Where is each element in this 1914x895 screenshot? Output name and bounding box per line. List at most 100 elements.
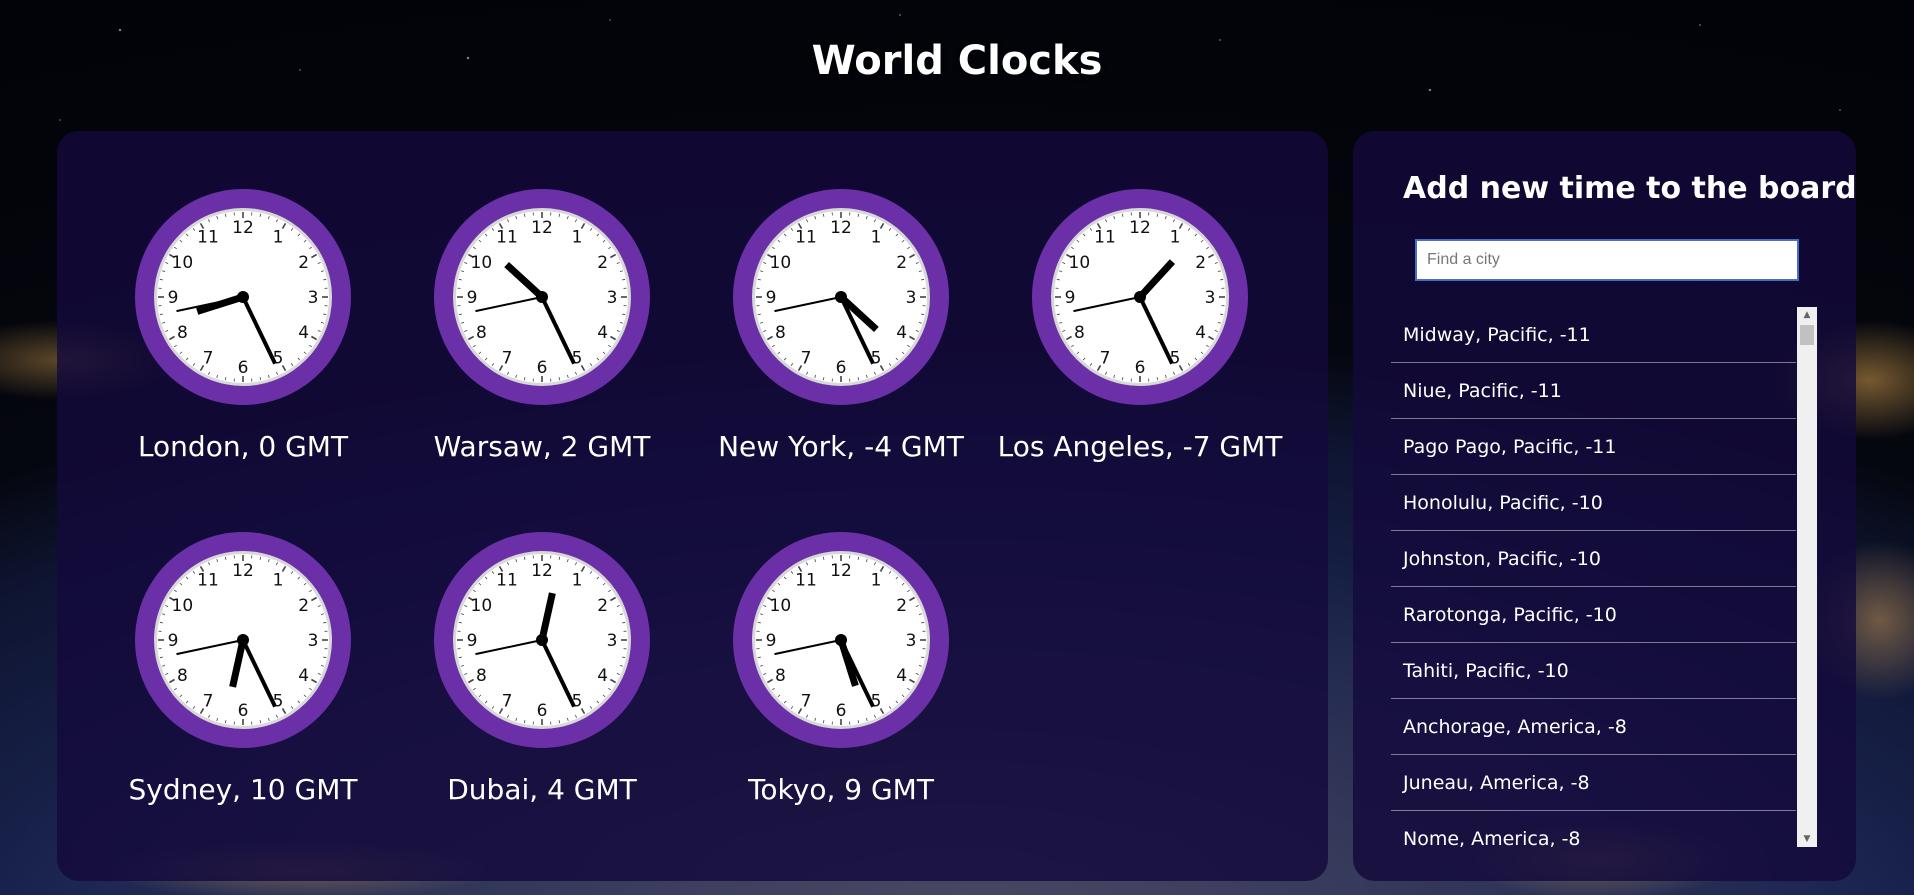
- clock-numeral: 4: [597, 323, 608, 343]
- clock-numeral: 1: [273, 227, 284, 247]
- clock-card[interactable]: 12 1 2 3 4 5 6 7 8 9 10 11 London, 0 GMT: [93, 188, 393, 463]
- scrollbar-thumb[interactable]: [1800, 325, 1814, 345]
- clock-numeral: 3: [607, 631, 618, 651]
- clock-numeral: 12: [232, 218, 254, 238]
- clock-numeral: 4: [1195, 323, 1206, 343]
- add-time-panel: Add new time to the board Midway, Pacifi…: [1353, 131, 1857, 881]
- clock-numeral: 4: [298, 323, 309, 343]
- clock-numeral: 8: [1074, 323, 1085, 343]
- clock-numeral: 3: [607, 288, 618, 308]
- clock-numeral: 11: [795, 570, 817, 590]
- city-list-item[interactable]: Tahiti, Pacific, -10: [1391, 643, 1796, 699]
- city-search-input[interactable]: [1415, 239, 1799, 281]
- clock-card[interactable]: 12 1 2 3 4 5 6 7 8 9 10 11 Sydney, 10 GMT: [93, 531, 393, 806]
- triangle-down-icon[interactable]: ▼: [1797, 831, 1817, 847]
- clock-numeral: 3: [906, 288, 917, 308]
- clock-numeral: 11: [197, 227, 219, 247]
- clock-numeral: 7: [502, 692, 513, 712]
- clock-center-pin: [1134, 291, 1146, 303]
- clock-center-pin: [237, 291, 249, 303]
- clock-numeral: 4: [597, 666, 608, 686]
- city-list-item[interactable]: Johnston, Pacific, -10: [1391, 531, 1796, 587]
- city-list-item[interactable]: Niue, Pacific, -11: [1391, 363, 1796, 419]
- clock-label: New York, -4 GMT: [718, 430, 964, 463]
- clock-numeral: 11: [496, 570, 518, 590]
- clock-numeral: 3: [906, 631, 917, 651]
- clock-numeral: 10: [172, 596, 194, 616]
- city-list-item[interactable]: Juneau, America, -8: [1391, 755, 1796, 811]
- clock-numeral: 2: [597, 596, 608, 616]
- clock-numeral: 1: [871, 570, 882, 590]
- clock-numeral: 9: [766, 631, 777, 651]
- analog-clock: 12 1234567891011: [733, 532, 949, 748]
- clock-label: Warsaw, 2 GMT: [433, 430, 651, 463]
- triangle-up-icon[interactable]: ▲: [1797, 307, 1817, 323]
- clock-numeral: 1: [572, 227, 583, 247]
- clock-numeral: 12: [1129, 218, 1151, 238]
- analog-clock: 12 1234567891011: [135, 189, 351, 405]
- city-list-item[interactable]: Pago Pago, Pacific, -11: [1391, 419, 1796, 475]
- clock-numeral: 11: [496, 227, 518, 247]
- clock-numeral: 6: [537, 701, 548, 721]
- clock-numeral: 10: [172, 253, 194, 273]
- clock-numeral: 2: [1195, 253, 1206, 273]
- clock-numeral: 8: [177, 666, 188, 686]
- city-list-scrollbar[interactable]: ▲ ▼: [1797, 307, 1817, 847]
- clock-label: Los Angeles, -7 GMT: [997, 430, 1283, 463]
- clock-numeral: 1: [572, 570, 583, 590]
- clock-numeral: 7: [203, 349, 214, 369]
- city-list-item[interactable]: Rarotonga, Pacific, -10: [1391, 587, 1796, 643]
- clock-numeral: 10: [770, 596, 792, 616]
- clock-numeral: 6: [238, 358, 249, 378]
- clock-center-pin: [835, 634, 847, 646]
- analog-clock: 12 1234567891011: [1032, 189, 1248, 405]
- clock-card[interactable]: 12 1 2 3 4 5 6 7 8 9 10 11 Dubai, 4 GMT: [392, 531, 692, 806]
- clock-numeral: 10: [1069, 253, 1091, 273]
- clock-numeral: 9: [168, 631, 179, 651]
- city-list-item[interactable]: Anchorage, America, -8: [1391, 699, 1796, 755]
- clock-center-pin: [536, 291, 548, 303]
- clock-numeral: 7: [203, 692, 214, 712]
- clock-label: Dubai, 4 GMT: [447, 773, 637, 806]
- clock-numeral: 4: [896, 323, 907, 343]
- clock-numeral: 12: [830, 218, 852, 238]
- clock-numeral: 7: [1100, 349, 1111, 369]
- analog-clock: 12 1234567891011: [135, 532, 351, 748]
- clock-numeral: 6: [1135, 358, 1146, 378]
- clock-numeral: 10: [770, 253, 792, 273]
- clock-label: Tokyo, 9 GMT: [748, 773, 934, 806]
- clock-numeral: 12: [531, 218, 553, 238]
- clock-numeral: 3: [308, 631, 319, 651]
- city-list-item[interactable]: Honolulu, Pacific, -10: [1391, 475, 1796, 531]
- analog-clock: 12 1234567891011: [733, 189, 949, 405]
- clock-label: London, 0 GMT: [137, 430, 349, 463]
- clock-center-pin: [237, 634, 249, 646]
- city-list-item[interactable]: Nome, America, -8: [1391, 811, 1796, 847]
- analog-clock: 12 1234567891011: [434, 532, 650, 748]
- clock-numeral: 12: [830, 561, 852, 581]
- clock-numeral: 2: [298, 596, 309, 616]
- clock-numeral: 7: [502, 349, 513, 369]
- clock-numeral: 2: [896, 253, 907, 273]
- clock-numeral: 9: [467, 631, 478, 651]
- clock-numeral: 12: [232, 561, 254, 581]
- clock-card[interactable]: 12 1 2 3 4 5 6 7 8 9 10 11 Los Angeles, -7 GMT: [990, 188, 1290, 463]
- clock-numeral: 3: [1205, 288, 1216, 308]
- clock-card[interactable]: 12 1 2 3 4 5 6 7 8 9 10 11 New York, -4 GMT: [691, 188, 991, 463]
- clock-label: Sydney, 10 GMT: [128, 773, 358, 806]
- clock-numeral: 6: [836, 358, 847, 378]
- clock-numeral: 7: [801, 692, 812, 712]
- clock-numeral: 8: [775, 323, 786, 343]
- clock-numeral: 8: [476, 666, 487, 686]
- clock-numeral: 9: [1065, 288, 1076, 308]
- clock-center-pin: [835, 291, 847, 303]
- clock-card[interactable]: 12 1 2 3 4 5 6 7 8 9 10 11 Warsaw, 2 GMT: [392, 188, 692, 463]
- clock-numeral: 1: [1170, 227, 1181, 247]
- clock-numeral: 2: [298, 253, 309, 273]
- analog-clock: 12 1234567891011: [434, 189, 650, 405]
- clock-numeral: 11: [795, 227, 817, 247]
- city-list-item[interactable]: Midway, Pacific, -11: [1391, 307, 1796, 363]
- city-list: Midway, Pacific, -11 Niue, Pacific, -11 …: [1391, 307, 1796, 847]
- clock-numeral: 4: [896, 666, 907, 686]
- clock-card[interactable]: 12 1 2 3 4 5 6 7 8 9 10 11 Tokyo, 9 GMT: [691, 531, 991, 806]
